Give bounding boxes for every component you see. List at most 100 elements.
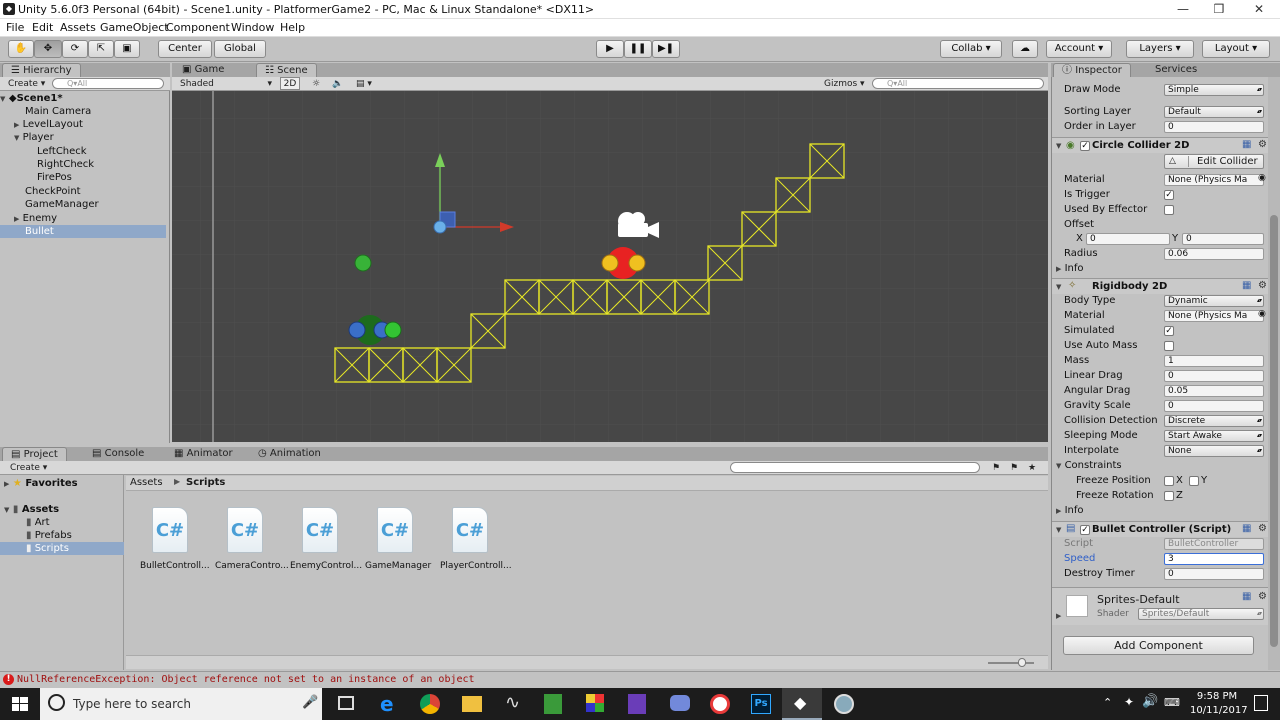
collision-detection-dropdown[interactable]: Discrete <box>1164 415 1264 427</box>
sorting-layer-dropdown[interactable]: Default <box>1164 106 1264 118</box>
clock-app-icon[interactable] <box>710 694 730 714</box>
settings-gear-icon[interactable]: ⚙ <box>1258 523 1267 534</box>
rb-material-field[interactable]: None (Physics Ma <box>1164 310 1264 322</box>
hierarchy-search-input[interactable]: Q▾All <box>52 78 164 89</box>
object-picker-icon[interactable]: ◉ <box>1258 173 1266 183</box>
help-icon[interactable]: ▦ <box>1242 523 1251 534</box>
menu-gameobject[interactable]: GameObject <box>100 21 169 34</box>
collapse-icon[interactable]: ▼ <box>1056 142 1061 150</box>
simulated-checkbox[interactable]: ✓ <box>1164 326 1174 336</box>
inspector-scrollbar[interactable] <box>1268 77 1280 670</box>
used-by-effector-checkbox[interactable] <box>1164 205 1174 215</box>
error-message[interactable]: NullReferenceException: Object reference… <box>17 674 475 685</box>
inspector-scrollbar-thumb[interactable] <box>1270 215 1278 647</box>
rigidbody-header[interactable]: ▼ ✧ Rigidbody 2D ▦ ⚙ <box>1052 278 1280 294</box>
collider-info-foldout[interactable]: ▶ Info <box>1056 263 1084 274</box>
layers-button[interactable]: Layers ▾ <box>1126 40 1194 58</box>
account-button[interactable]: Account ▾ <box>1046 40 1112 58</box>
tab-inspector[interactable]: ⓘ Inspector <box>1053 63 1131 78</box>
layout-button[interactable]: Layout ▾ <box>1202 40 1270 58</box>
order-in-layer-field[interactable]: 0 <box>1164 121 1264 133</box>
interpolate-dropdown[interactable]: None <box>1164 445 1264 457</box>
hierarchy-item-main-camera[interactable]: Main Camera <box>0 105 166 118</box>
collider-material-field[interactable]: None (Physics Ma <box>1164 174 1264 186</box>
expand-icon[interactable]: ▶ <box>14 215 19 223</box>
icon-size-slider[interactable] <box>988 662 1034 664</box>
constraints-foldout[interactable]: ▼ Constraints <box>1056 460 1122 471</box>
tab-project[interactable]: ▤ Project <box>2 447 67 462</box>
freeze-position-y-checkbox[interactable] <box>1189 476 1199 486</box>
favorites-row[interactable]: ▶ ★ Favorites <box>0 477 124 490</box>
freeze-rotation-z-checkbox[interactable] <box>1164 491 1174 501</box>
gizmos-dropdown[interactable]: Gizmos ▾ <box>824 78 865 90</box>
menu-file[interactable]: File <box>6 21 24 34</box>
maximize-button[interactable]: ❒ <box>1200 0 1238 19</box>
project-search-input[interactable] <box>730 462 980 473</box>
settings-gear-icon[interactable]: ⚙ <box>1258 591 1267 602</box>
circle-collider-header[interactable]: ▼ ◉ ✓ Circle Collider 2D ▦ ⚙ <box>1052 137 1280 153</box>
expand-icon[interactable]: ▶ <box>1056 612 1061 620</box>
hierarchy-item-rightcheck[interactable]: RightCheck <box>0 158 166 171</box>
shader-dropdown[interactable]: Sprites/Default <box>1138 608 1264 620</box>
checkpoint-sprite[interactable] <box>354 254 372 272</box>
tab-console[interactable]: ▤ Console <box>84 447 152 461</box>
taskbar-time[interactable]: 9:58 PM <box>1192 691 1242 702</box>
object-picker-icon[interactable]: ◉ <box>1258 309 1266 319</box>
collapse-icon[interactable]: ▼ <box>1056 283 1061 291</box>
linear-drag-field[interactable]: 0 <box>1164 370 1264 382</box>
taskbar-search-box[interactable]: Type here to search 🎤 <box>40 688 322 720</box>
folder-prefabs[interactable]: ▮ Prefabs <box>0 529 124 542</box>
gravity-scale-field[interactable]: 0 <box>1164 400 1264 412</box>
circle-collider-enabled-checkbox[interactable]: ✓ <box>1080 141 1090 151</box>
file-playercontroller[interactable]: C# PlayerControll... <box>440 507 512 571</box>
file-explorer-icon[interactable] <box>462 696 482 712</box>
radius-field[interactable]: 0.06 <box>1164 248 1264 260</box>
folder-art[interactable]: ▮ Art <box>0 516 124 529</box>
collab-button[interactable]: Collab ▾ <box>940 40 1002 58</box>
scene-search-input[interactable]: Q▾All <box>872 78 1044 89</box>
hierarchy-item-player[interactable]: ▼ Player <box>0 131 166 144</box>
speed-field[interactable]: 3 <box>1164 553 1264 565</box>
auto-mass-checkbox[interactable] <box>1164 341 1174 351</box>
file-cameracontroller[interactable]: C# CameraContro... <box>215 507 289 571</box>
settings-gear-icon[interactable]: ⚙ <box>1258 139 1267 150</box>
microphone-icon[interactable]: 🎤 <box>302 695 318 710</box>
action-center-icon[interactable] <box>1254 695 1268 711</box>
windows-start-icon[interactable] <box>12 697 28 711</box>
draw-mode-dropdown[interactable]: Simple <box>1164 84 1264 96</box>
tab-services[interactable]: Services <box>1147 63 1205 77</box>
pivot-global-button[interactable]: Global <box>214 40 266 58</box>
angular-drag-field[interactable]: 0.05 <box>1164 385 1264 397</box>
minimize-button[interactable]: — <box>1164 0 1202 19</box>
status-bar[interactable]: ! NullReferenceException: Object referen… <box>0 671 1280 688</box>
app-icon-2[interactable] <box>586 694 604 712</box>
audio-icon[interactable]: 🔈 <box>332 78 343 90</box>
step-button[interactable]: ▶❚ <box>652 40 680 58</box>
folder-scripts[interactable]: ▮ Scripts <box>0 542 124 555</box>
file-bulletcontroller[interactable]: C# BulletControll... <box>140 507 210 571</box>
menu-help[interactable]: Help <box>280 21 305 34</box>
hierarchy-item-levellayout[interactable]: ▶ LevelLayout <box>0 118 166 131</box>
destroy-timer-field[interactable]: 0 <box>1164 568 1264 580</box>
help-icon[interactable]: ▦ <box>1242 280 1251 291</box>
notepad-plus-icon[interactable] <box>544 694 562 714</box>
input-indicator-icon[interactable]: ⌨ <box>1164 696 1180 709</box>
edge-icon[interactable]: e <box>380 692 394 716</box>
pause-button[interactable]: ❚❚ <box>624 40 652 58</box>
filter-type-icon[interactable]: ⚑ <box>992 462 1000 474</box>
hand-tool-icon[interactable]: ✋ <box>8 40 34 58</box>
visual-studio-icon[interactable] <box>628 694 646 714</box>
hierarchy-item-firepos[interactable]: FirePos <box>0 171 166 184</box>
collapse-icon[interactable]: ▼ <box>14 134 19 142</box>
help-icon[interactable]: ▦ <box>1242 139 1251 150</box>
unity-taskbar-button[interactable]: ◆ <box>782 688 822 720</box>
photoshop-icon[interactable]: Ps <box>751 694 771 714</box>
hierarchy-item-enemy[interactable]: ▶ Enemy <box>0 212 166 225</box>
bullet-controller-header[interactable]: ▼ ▤ ✓ Bullet Controller (Script) ▦ ⚙ <box>1052 521 1280 537</box>
breadcrumb-assets[interactable]: Assets <box>130 477 163 488</box>
file-gamemanager[interactable]: C# GameManager <box>365 507 431 571</box>
help-icon[interactable]: ▦ <box>1242 591 1251 602</box>
move-tool-icon[interactable]: ✥ <box>34 40 62 58</box>
tab-hierarchy[interactable]: ☰ Hierarchy <box>2 63 81 78</box>
menu-assets[interactable]: Assets <box>60 21 96 34</box>
